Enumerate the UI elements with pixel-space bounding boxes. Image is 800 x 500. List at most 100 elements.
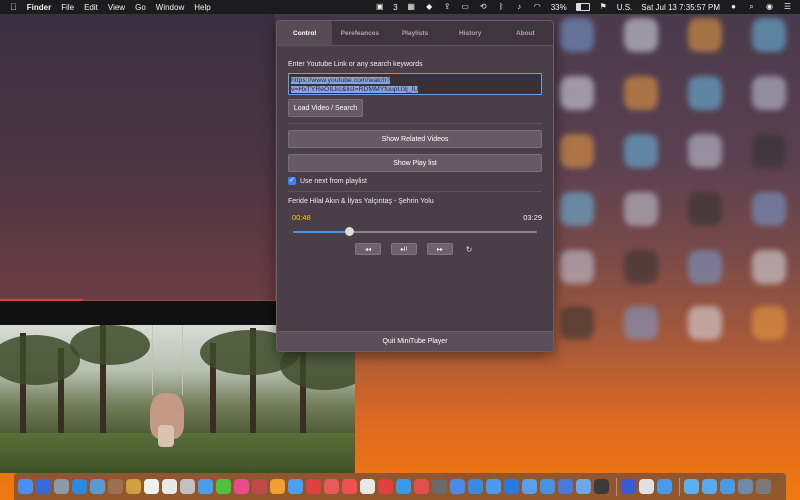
blurred-app-icon [624,192,658,226]
show-playlist-button[interactable]: Show Play list [288,154,542,172]
blurred-app-icon [624,134,658,168]
menu-edit[interactable]: Edit [84,3,98,12]
menu-view[interactable]: View [108,3,125,12]
dock-app-icon[interactable] [396,479,411,494]
dock-app-icon[interactable] [198,479,213,494]
show-related-videos-button[interactable]: Show Related Videos [288,130,542,148]
menu-go[interactable]: Go [135,3,146,12]
blurred-app-icon [560,134,594,168]
dock-app-icon[interactable] [540,479,555,494]
dock-app-icon[interactable] [216,479,231,494]
previous-button[interactable]: ◂◂ [355,243,381,255]
url-value-line1: https://www.youtube.com/watch? [291,77,390,84]
dock-app-icon[interactable] [234,479,249,494]
blurred-app-icon [752,306,786,340]
dock-app-icon[interactable] [18,479,33,494]
next-button[interactable]: ▸▸ [427,243,453,255]
dock-app-icon[interactable] [378,479,393,494]
menu-window[interactable]: Window [156,3,184,12]
launchpad-icons-blurred [560,14,800,364]
dock-app-icon[interactable] [360,479,375,494]
dock-app-icon[interactable] [108,479,123,494]
dock-app-icon[interactable] [288,479,303,494]
battery-icon[interactable] [575,3,590,11]
dock-app-icon[interactable] [342,479,357,494]
dock-app-icon[interactable] [270,479,285,494]
tab-control[interactable]: Control [277,21,333,45]
spotlight-search-icon[interactable]: ⌕ [747,3,756,11]
dock-app-icon[interactable] [126,479,141,494]
dock-app-icon[interactable] [684,479,699,494]
notification-center-icon[interactable]: ☰ [783,3,792,11]
dock-app-icon[interactable] [756,479,771,494]
bluetooth-icon[interactable]: ᛒ [497,3,506,11]
url-input[interactable]: https://www.youtube.com/watch? v=HxTYReO… [288,73,542,95]
blurred-app-icon [752,250,786,284]
menu-app-name[interactable]: Finder [27,3,51,12]
input-source[interactable]: U.S. [617,3,633,12]
seek-slider-knob[interactable] [345,227,355,236]
dock-app-icon[interactable] [180,479,195,494]
blurred-app-icon [624,76,658,110]
blurred-app-icon [688,76,722,110]
url-prompt-label: Enter Youtube Link or any search keyword… [288,61,423,68]
dock-app-icon[interactable] [324,479,339,494]
dock-app-icon[interactable] [702,479,717,494]
minitube-menubar-icon[interactable]: ▣ [375,3,384,11]
siri-icon[interactable]: ◉ [765,3,774,11]
dock-app-icon[interactable] [162,479,177,494]
dock-app-icon[interactable] [657,479,672,494]
dock-app-icon[interactable] [54,479,69,494]
menu-file[interactable]: File [61,3,74,12]
blurred-app-icon [560,192,594,226]
dock-app-icon[interactable] [432,479,447,494]
dock-app-icon[interactable] [144,479,159,494]
quit-button[interactable]: Quit MiniTube Player [277,331,553,351]
now-playing-title: Feride Hilal Akın & İlyas Yalçıntaş - Şe… [288,198,434,205]
blurred-app-icon [560,18,594,52]
dock-app-icon[interactable] [36,479,51,494]
dock-app-icon[interactable] [90,479,105,494]
dock-app-icon[interactable] [414,479,429,494]
dock-app-icon[interactable] [522,479,537,494]
blurred-app-icon [560,250,594,284]
dock-app-icon[interactable] [720,479,735,494]
dock-app-icon[interactable] [72,479,87,494]
upload-icon[interactable]: ⇪ [443,3,452,11]
reload-icon[interactable]: ↻ [463,245,475,254]
dock-app-icon[interactable] [621,479,636,494]
dock-app-icon[interactable] [738,479,753,494]
dock-app-icon[interactable] [576,479,591,494]
use-next-checkbox[interactable]: ✓ [288,177,296,185]
blurred-app-icon [752,134,786,168]
tab-about[interactable]: About [498,21,553,45]
dock-app-icon[interactable] [450,479,465,494]
load-video-button[interactable]: Load Video / Search [288,99,363,117]
dock-app-icon[interactable] [306,479,321,494]
time-machine-icon[interactable]: ⟲ [479,3,488,11]
dock-app-icon[interactable] [639,479,654,494]
apple-menu-icon[interactable]:  [10,2,17,12]
dock-app-icon[interactable] [468,479,483,494]
user-icon[interactable]: ● [729,3,738,11]
clock[interactable]: Sat Jul 13 7:35:57 PM [641,3,720,12]
wifi-icon[interactable]: ◠ [533,3,542,11]
duration-time: 03:29 [523,213,542,222]
tab-preferences[interactable]: Perefeances [332,21,387,45]
dock-app-icon[interactable] [252,479,267,494]
seek-slider[interactable] [293,227,537,236]
dock-app-icon[interactable] [594,479,609,494]
flag-icon[interactable]: ⚑ [599,3,608,11]
volume-icon[interactable]: ♪ [515,3,524,11]
play-pause-button[interactable]: ▸II [391,243,417,255]
blurred-app-icon [688,192,722,226]
tab-history[interactable]: History [443,21,498,45]
dock-app-icon[interactable] [558,479,573,494]
dock-app-icon[interactable] [504,479,519,494]
grid-icon[interactable]: ▦ [407,3,416,11]
dropbox-icon[interactable]: ◆ [425,3,434,11]
tab-playlists[interactable]: Playlists [387,21,442,45]
screen-icon[interactable]: ▭ [461,3,470,11]
menu-help[interactable]: Help [194,3,210,12]
dock-app-icon[interactable] [486,479,501,494]
